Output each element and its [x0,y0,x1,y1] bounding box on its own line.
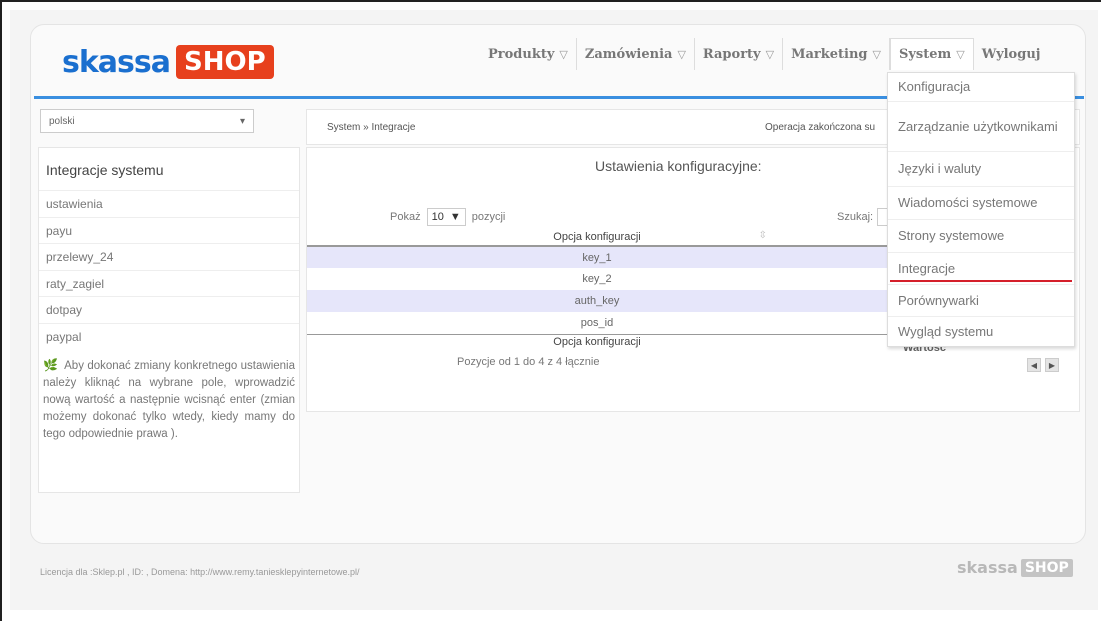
sidebar-item-raty-zagiel[interactable]: raty_zagiel [39,269,299,297]
help-note-text: Aby dokonać zmiany konkretnego ustawieni… [43,360,295,440]
pagination-info: Pozycje od 1 do 4 z 4 łącznie [457,356,600,368]
chevron-down-icon: ▾ [239,115,245,127]
nav-produkty[interactable]: Produkty ▽ [480,38,577,70]
nav-marketing[interactable]: Marketing ▽ [783,38,890,70]
sort-icon: ⇳ [758,230,767,241]
chevron-down-icon: ▽ [765,47,775,61]
table-cell[interactable]: key_1 [307,246,887,268]
chevron-down-icon: ▼ [449,211,461,223]
nav-label: Produkty [488,46,555,62]
page-length-control: Pokaż 10 ▼ pozycji [390,208,505,226]
sidebar-item-ustawienia[interactable]: ustawienia [39,190,299,217]
nav-system[interactable]: System ▽ [889,38,974,70]
table-cell[interactable]: auth_key [307,290,887,312]
table-row[interactable]: key_2 [307,268,887,290]
nav-zamowienia[interactable]: Zamówienia ▽ [577,38,695,70]
logo-shop-badge: SHOP [176,45,274,79]
column-header-option[interactable]: Opcja konfiguracji ⇳ [307,228,887,247]
breadcrumb: System » Integracje [327,122,416,133]
status-message: Operacja zakończona su [765,122,876,133]
menu-item-konfiguracja[interactable]: Konfiguracja [888,73,1074,102]
table-row[interactable]: auth_key [307,290,887,312]
menu-item-jezyki-i-waluty[interactable]: Języki i waluty [888,152,1074,187]
footer-logo-word: skassa [957,558,1018,577]
nav-label: Zamówienia [584,46,673,62]
menu-item-integracje[interactable]: Integracje [888,253,1074,285]
sidebar-item-paypal[interactable]: paypal [39,322,299,350]
pagination: ◀ ▶ [1027,358,1059,372]
nav-wyloguj[interactable]: Wyloguj [974,38,1049,70]
menu-item-porownywarki[interactable]: Porównywarki [888,285,1074,317]
chevron-down-icon: ▽ [559,47,568,61]
table-row[interactable]: key_1 [307,246,887,268]
table-cell[interactable]: pos_id [307,312,887,334]
footer-logo-shop: SHOP [1020,558,1073,577]
menu-item-zarzadzanie-uzytkownikami[interactable]: Zarządzanie użytkownikami [888,102,1074,152]
sidebar-item-payu[interactable]: payu [39,216,299,244]
show-label: Pokaż [390,211,421,223]
show-suffix: pozycji [471,211,506,223]
footer-logo: skassa SHOP [957,558,1073,577]
table-row[interactable]: pos_id [307,312,887,334]
menu-item-strony-systemowe[interactable]: Strony systemowe [888,220,1074,253]
nav-label: Raporty [702,46,761,62]
next-page-button[interactable]: ▶ [1045,358,1059,372]
license-footer: Licencja dla :Sklep.pl , ID: , Domena: h… [40,567,360,577]
menu-item-wiadomosci-systemowe[interactable]: Wiadomości systemowe [888,187,1074,220]
sidebar-item-dotpay[interactable]: dotpay [39,296,299,323]
logo[interactable]: skassa SHOP [62,42,274,82]
help-note: 🌿 Aby dokonać zmiany konkretnego ustawien… [39,349,299,443]
sidebar: Integracje systemu ustawienia payu przel… [38,147,300,493]
top-nav: Produkty ▽ Zamówienia ▽ Raporty ▽ Marketing… [480,38,1048,70]
chevron-down-icon: ▽ [956,48,965,61]
system-dropdown-menu: Konfiguracja Zarządzanie użytkownikami J… [887,72,1075,347]
page-title: Ustawienia konfiguracyjne: [595,158,762,174]
nav-raporty[interactable]: Raporty ▽ [695,38,784,70]
search-label: Szukaj: [837,211,874,223]
page-length-select[interactable]: 10 ▼ [426,208,466,226]
sidebar-list: ustawienia payu przelewy_24 raty_zagiel … [39,190,299,349]
menu-item-wyglad-systemu[interactable]: Wygląd systemu [888,317,1074,347]
sidebar-item-przelewy24[interactable]: przelewy_24 [39,243,299,270]
table-cell[interactable]: key_2 [307,268,887,290]
config-table: Opcja konfiguracji ⇳ key_1 key_2 auth_key… [307,228,887,350]
chevron-down-icon: ▽ [677,47,686,61]
column-footer-option: Opcja konfiguracji [307,333,887,350]
language-select[interactable]: polski ▾ [40,109,254,133]
nav-label: Marketing [791,46,868,62]
page-length-value: 10 [431,211,444,223]
column-label: Opcja konfiguracji [553,230,641,243]
language-value: polski [49,115,75,127]
leaf-icon: 🌿 [43,358,59,372]
nav-label: System [898,47,952,62]
nav-label: Wyloguj [981,46,1041,62]
logo-word: skassa [62,44,171,80]
prev-page-button[interactable]: ◀ [1027,358,1041,372]
sidebar-title: Integracje systemu [46,162,164,178]
chevron-down-icon: ▽ [872,47,881,61]
search-control: Szukaj: [837,208,892,226]
